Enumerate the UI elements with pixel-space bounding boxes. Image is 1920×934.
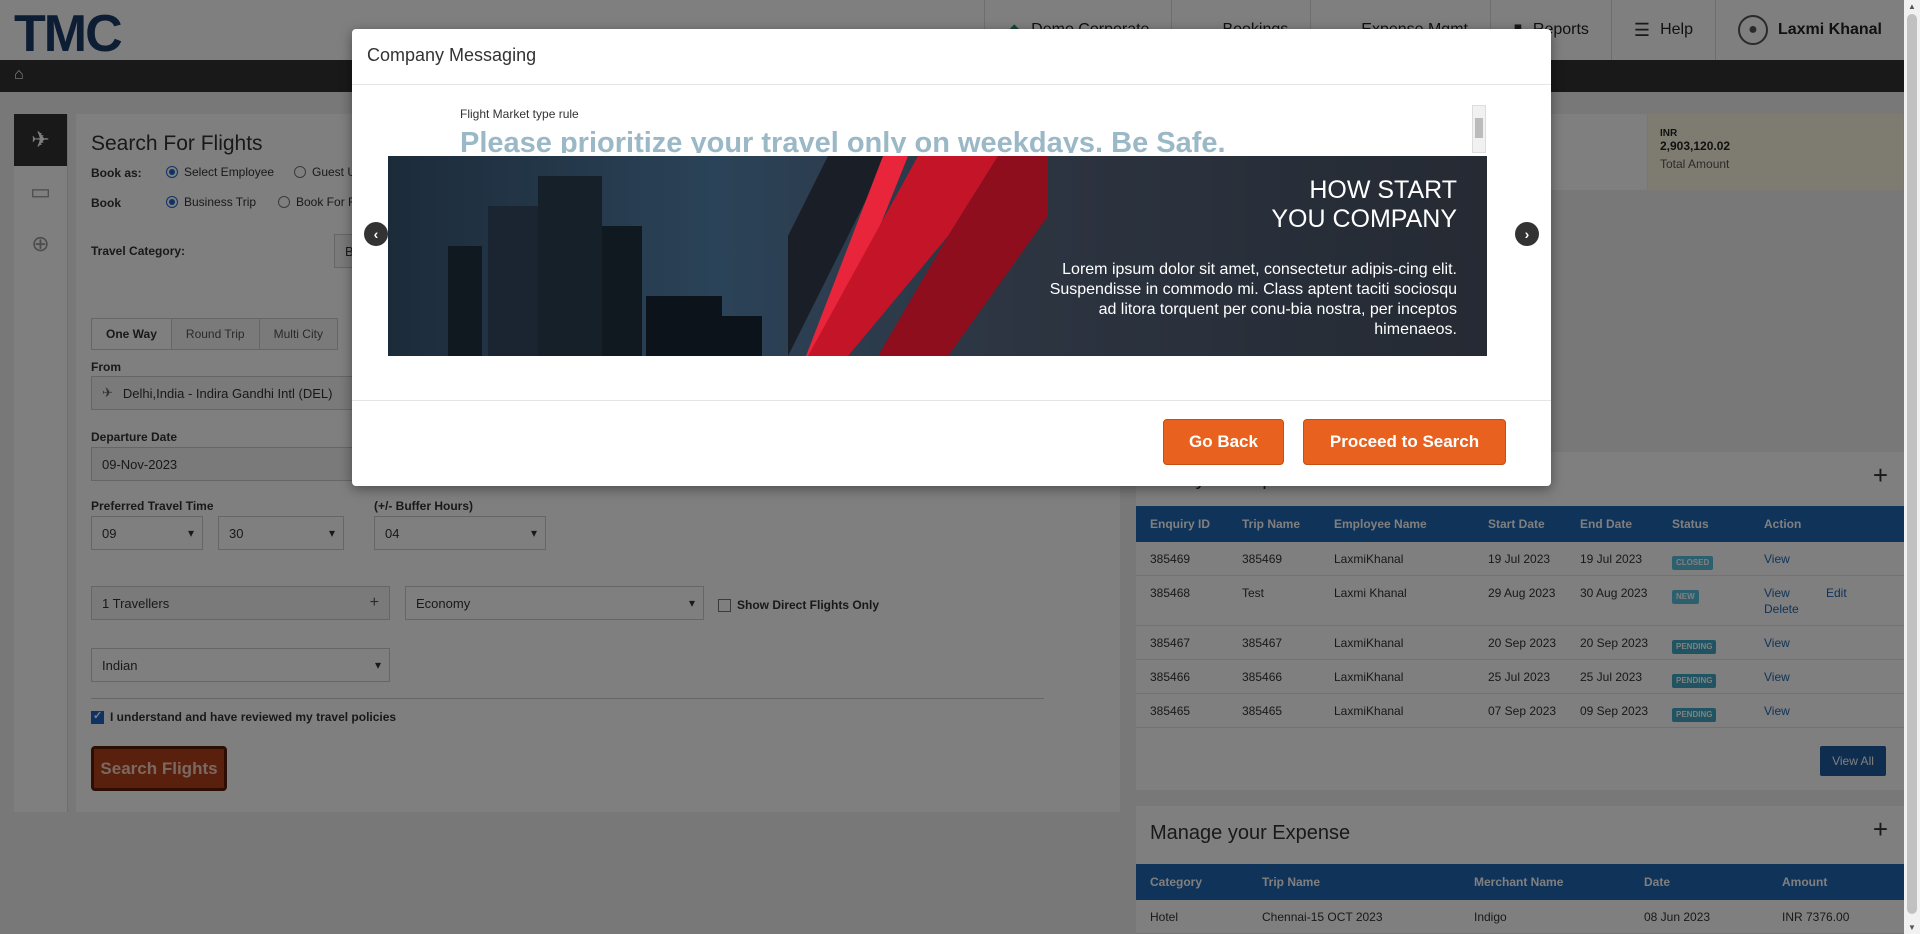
banner-heading-line: HOW START bbox=[1309, 176, 1457, 204]
message-text: Please prioritize your travel only on we… bbox=[460, 127, 1226, 153]
banner-text: Lorem ipsum dolor sit amet, consectetur … bbox=[1049, 261, 1457, 338]
message-scroll-area[interactable]: Flight Market type rule Please prioritiz… bbox=[460, 103, 1486, 153]
banner-heading-line: YOU COMPANY bbox=[1271, 205, 1457, 233]
carousel-prev-icon[interactable]: ‹ bbox=[364, 222, 388, 246]
page-scrollbar[interactable]: ▲ ▼ bbox=[1904, 0, 1920, 934]
scroll-up-icon[interactable]: ▲ bbox=[1908, 2, 1916, 11]
carousel-next-icon[interactable]: › bbox=[1515, 222, 1539, 246]
message-scrollbar[interactable] bbox=[1472, 105, 1486, 153]
banner-chevron-graphic bbox=[788, 156, 1048, 356]
company-messaging-modal: Company Messaging Flight Market type rul… bbox=[352, 29, 1551, 486]
scroll-thumb[interactable] bbox=[1907, 14, 1917, 914]
scroll-down-icon[interactable]: ▼ bbox=[1908, 923, 1916, 932]
banner-image: HOW START YOU COMPANY Lorem ipsum dolor … bbox=[388, 156, 1487, 356]
message-rule-title: Flight Market type rule bbox=[460, 107, 579, 121]
proceed-to-search-button[interactable]: Proceed to Search bbox=[1303, 419, 1506, 465]
modal-footer: Go Back Proceed to Search bbox=[352, 400, 1551, 486]
modal-title: Company Messaging bbox=[352, 29, 1551, 85]
banner-heading: HOW START YOU COMPANY bbox=[1271, 176, 1457, 234]
go-back-button[interactable]: Go Back bbox=[1163, 419, 1284, 465]
